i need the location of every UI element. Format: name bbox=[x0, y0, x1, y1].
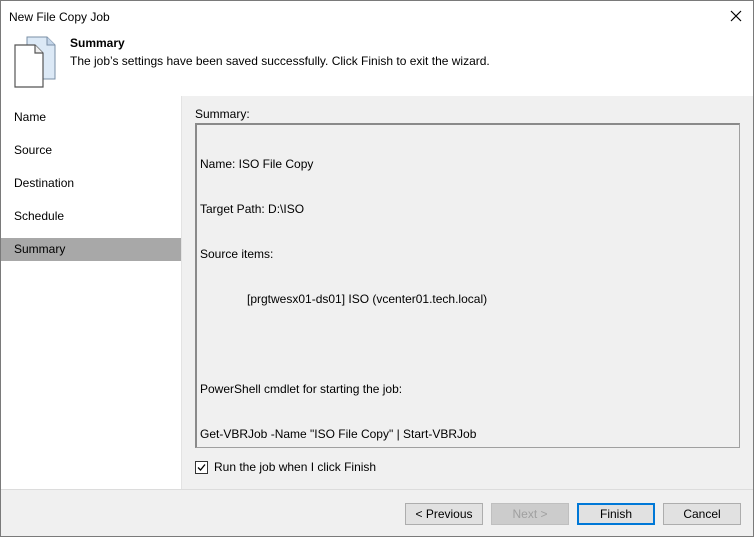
run-job-checkbox[interactable] bbox=[195, 460, 208, 474]
summary-line: [prgtwesx01-ds01] ISO (vcenter01.tech.lo… bbox=[247, 292, 488, 306]
run-job-checkbox-row[interactable]: Run the job when I click Finish bbox=[195, 460, 376, 474]
step-schedule[interactable]: Schedule bbox=[1, 205, 181, 228]
summary-label: Summary: bbox=[195, 107, 250, 121]
summary-panel: Summary: Name: ISO File Copy Target Path… bbox=[182, 96, 753, 489]
summary-line: Name: ISO File Copy bbox=[200, 157, 314, 171]
summary-line: PowerShell cmdlet for starting the job: bbox=[200, 382, 403, 396]
page-description: The job’s settings have been saved succe… bbox=[70, 54, 490, 68]
page-title: Summary bbox=[70, 36, 125, 50]
cancel-button[interactable]: Cancel bbox=[663, 503, 741, 525]
summary-line: Source items: bbox=[200, 247, 274, 261]
summary-line: Get-VBRJob -Name "ISO File Copy" | Start… bbox=[200, 427, 477, 441]
summary-line: Target Path: D:\ISO bbox=[200, 202, 305, 216]
close-icon bbox=[730, 10, 742, 22]
summary-textbox[interactable]: Name: ISO File Copy Target Path: D:\ISO … bbox=[195, 123, 740, 448]
step-name[interactable]: Name bbox=[1, 106, 181, 129]
close-button[interactable] bbox=[719, 1, 753, 31]
step-summary[interactable]: Summary bbox=[1, 238, 181, 261]
wizard-steps: Name Source Destination Schedule Summary bbox=[1, 96, 182, 489]
wizard-window: New File Copy Job Summary The job’s sett… bbox=[0, 0, 754, 537]
wizard-header: Summary The job’s settings have been sav… bbox=[1, 31, 753, 96]
step-source[interactable]: Source bbox=[1, 139, 181, 162]
step-destination[interactable]: Destination bbox=[1, 172, 181, 195]
window-title: New File Copy Job bbox=[9, 10, 110, 24]
checkmark-icon bbox=[197, 463, 206, 471]
file-copy-icon bbox=[14, 36, 56, 88]
previous-button[interactable]: < Previous bbox=[405, 503, 483, 525]
run-job-label: Run the job when I click Finish bbox=[214, 460, 377, 474]
finish-button[interactable]: Finish bbox=[577, 503, 655, 525]
title-bar: New File Copy Job bbox=[1, 1, 753, 31]
next-button[interactable]: Next > bbox=[491, 503, 569, 525]
summary-line bbox=[200, 337, 736, 352]
wizard-footer: < Previous Next > Finish Cancel bbox=[1, 489, 753, 536]
